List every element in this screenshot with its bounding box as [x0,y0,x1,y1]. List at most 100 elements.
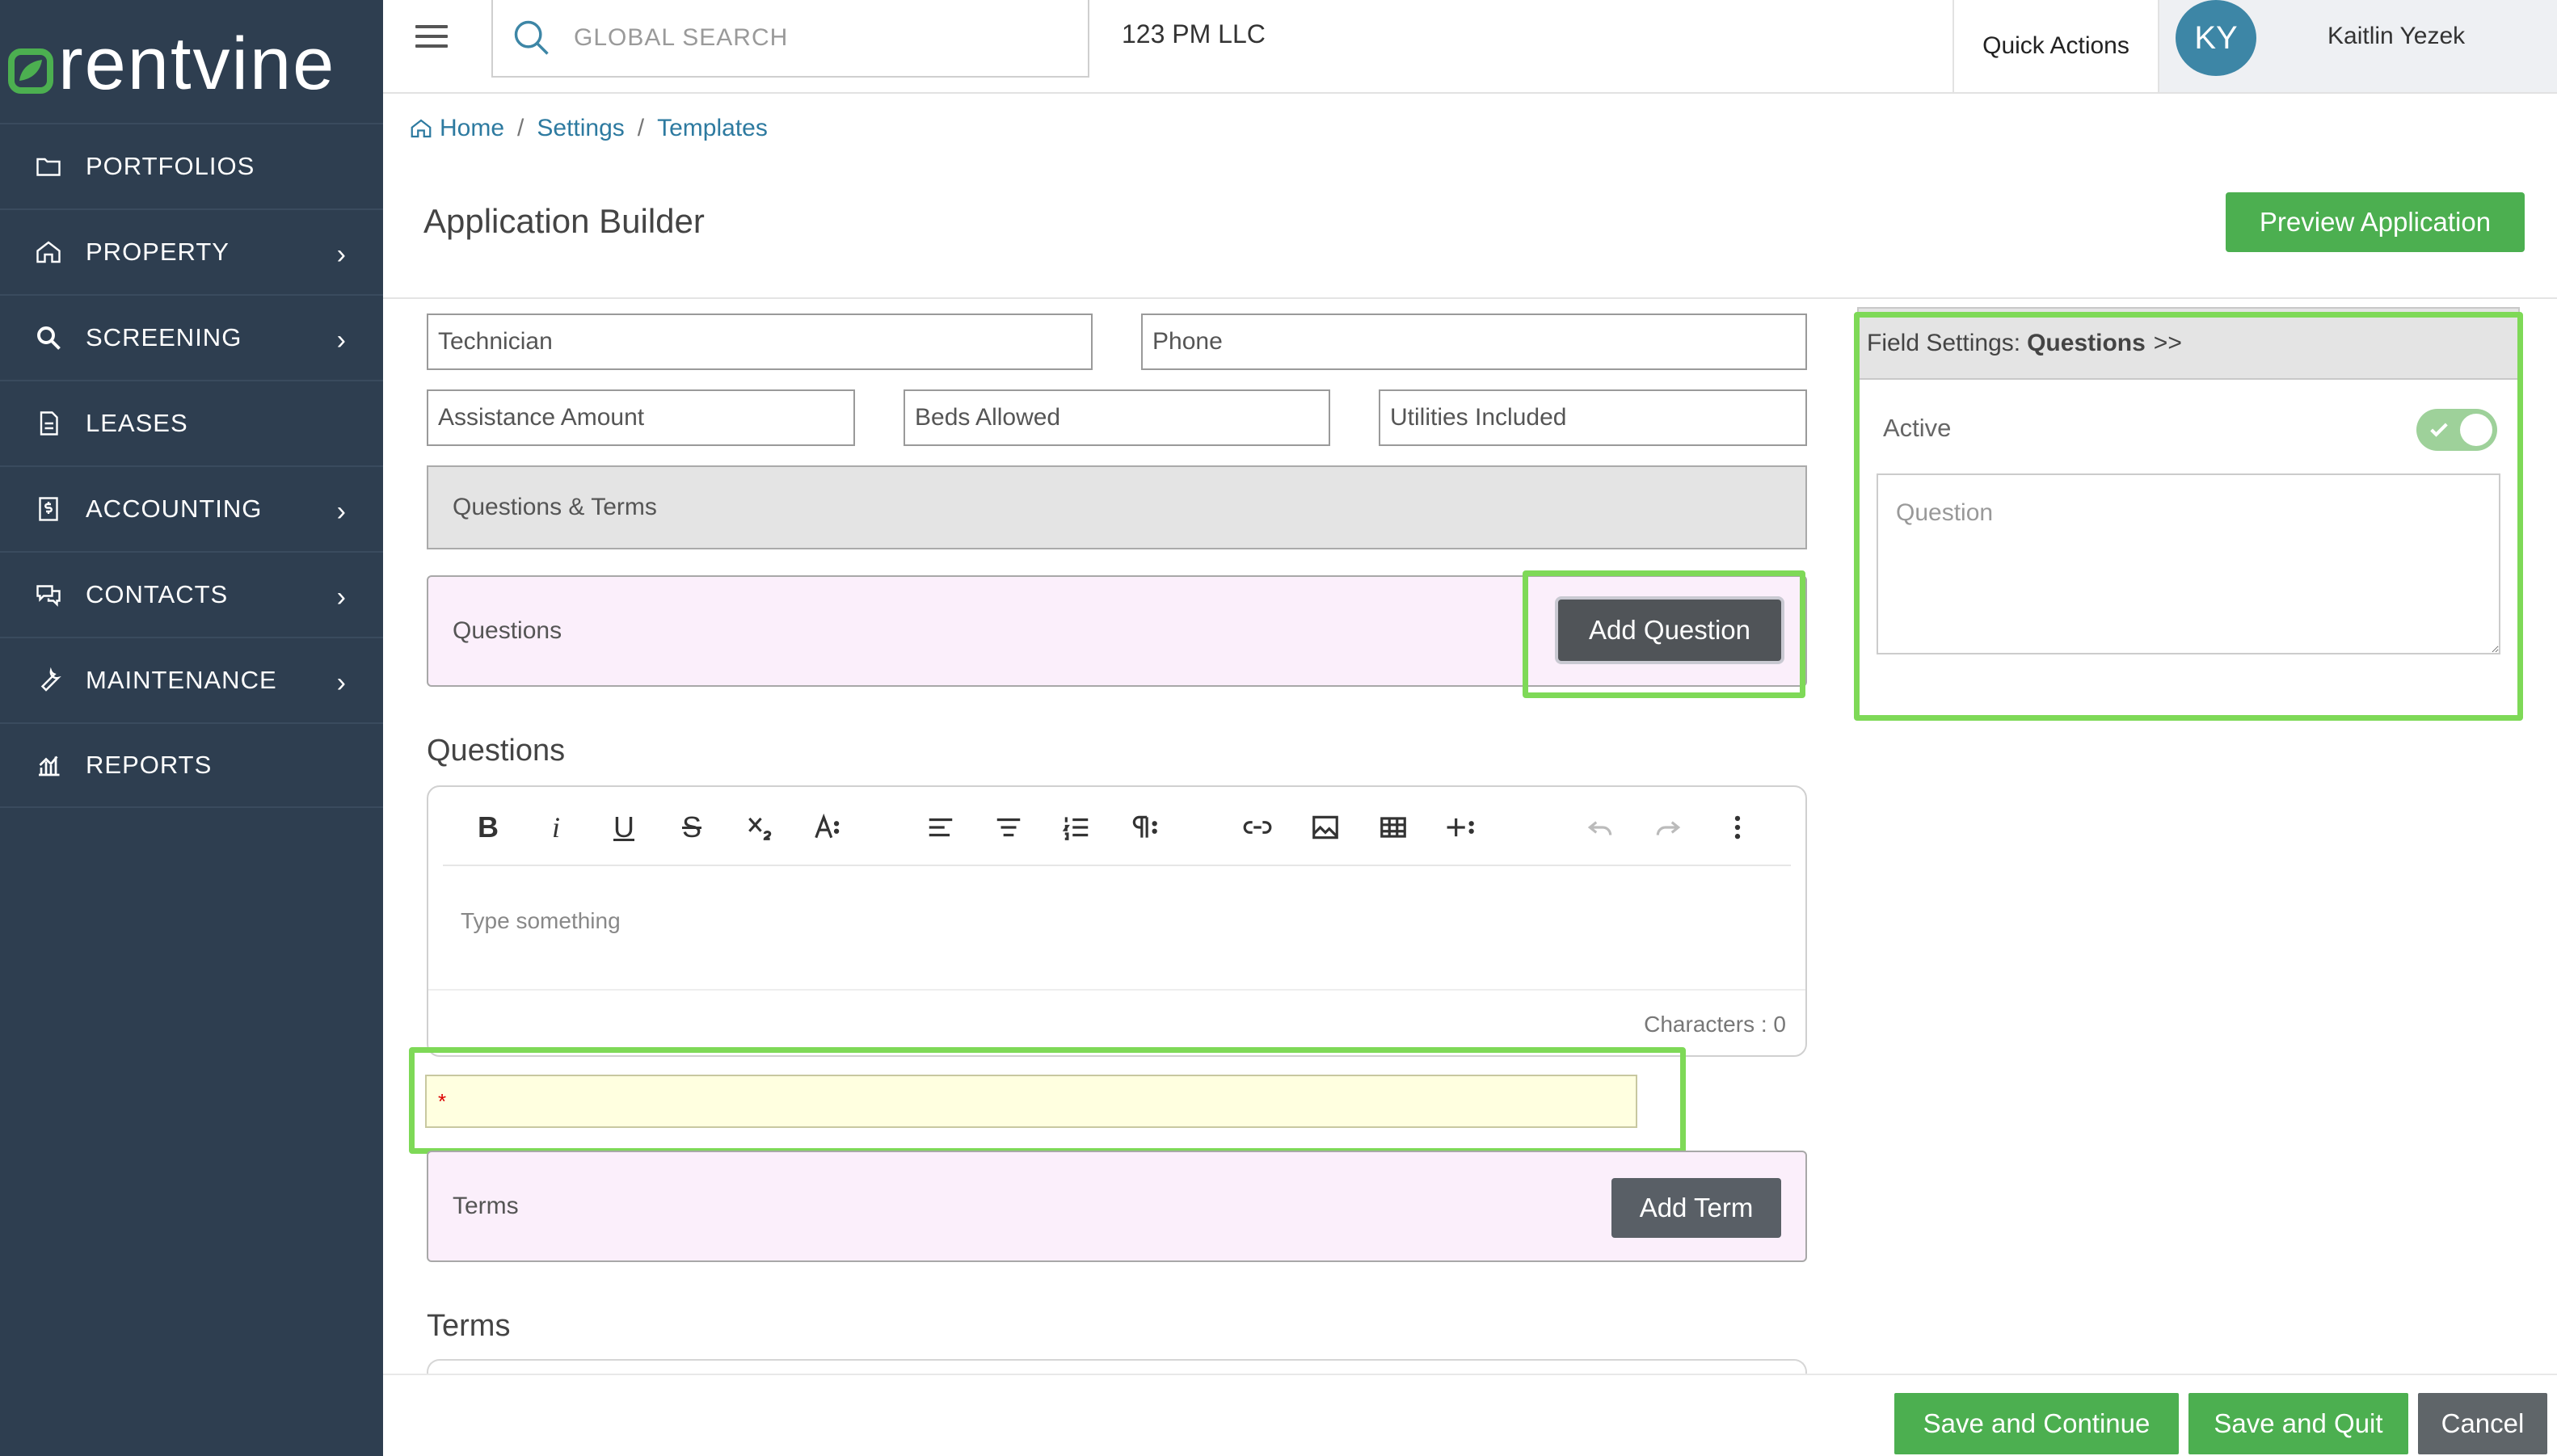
sidebar-item-label: PORTFOLIOS [86,152,255,180]
footer-actions: Save and Continue Save and Quit Cancel [383,1374,2557,1456]
magnifier-icon [32,322,65,354]
questions-rich-text-editor[interactable]: B i U S Type something Characters : 0 [427,785,1807,1057]
editor-placeholder[interactable]: Type something [461,908,621,934]
ordered-list-icon[interactable] [1054,805,1099,850]
redo-icon[interactable] [1645,805,1691,850]
field-utilities-included[interactable]: Utilities Included [1379,389,1807,446]
add-question-button[interactable]: Add Question [1558,600,1781,661]
active-label: Active [1883,414,1952,442]
home-icon [411,119,432,138]
breadcrumb-separator: / [637,115,645,141]
chat-icon [32,579,65,611]
wrench-icon [32,664,65,696]
bold-icon[interactable]: B [465,805,511,850]
field-beds-allowed[interactable]: Beds Allowed [904,389,1330,446]
document-icon [32,407,65,440]
top-bar: 123 PM LLC Quick Actions KY Kaitlin Yeze… [383,0,2557,94]
align-left-icon[interactable] [918,805,963,850]
breadcrumb-templates[interactable]: Templates [657,115,768,142]
avatar[interactable]: KY [2176,0,2256,76]
sidebar-nav: PORTFOLIOS PROPERTY › SCREENING › LEASES… [0,123,383,808]
editor-footer: Characters : 0 [428,989,1805,1057]
sidebar: rentvine PORTFOLIOS PROPERTY › SCREENING… [0,0,383,1456]
sidebar-item-portfolios[interactable]: PORTFOLIOS [0,123,383,208]
save-and-continue-button[interactable]: Save and Continue [1894,1393,2179,1454]
cancel-button[interactable]: Cancel [2418,1393,2547,1454]
paragraph-icon[interactable] [1122,805,1167,850]
chevron-right-icon: › [336,325,346,356]
character-count: Characters : 0 [1644,1012,1786,1037]
breadcrumb-separator: / [517,115,524,141]
field-settings-panel: Field Settings: Questions >> Active [1857,307,2520,717]
strikethrough-icon[interactable]: S [669,805,714,850]
subscript-icon[interactable] [737,805,782,850]
field-assistance-amount[interactable]: Assistance Amount [427,389,855,446]
add-term-button[interactable]: Add Term [1611,1178,1781,1238]
undo-icon[interactable] [1578,805,1623,850]
field-technician[interactable]: Technician [427,314,1093,370]
underline-icon[interactable]: U [601,805,647,850]
sidebar-item-label: LEASES [86,409,188,437]
field-settings-label: Field Settings: [1867,330,2021,356]
search-icon [514,20,549,55]
terms-box-label: Terms [453,1193,519,1219]
section-questions-terms[interactable]: Questions & Terms [427,465,1807,549]
more-vertical-icon[interactable] [1715,805,1760,850]
italic-icon[interactable]: i [533,805,579,850]
questions-box-label: Questions [453,617,562,644]
field-settings-header: Field Settings: Questions >> [1859,309,2518,380]
leaf-logo-icon [8,48,53,94]
image-icon[interactable] [1303,805,1348,850]
questions-heading: Questions [427,734,566,768]
chevron-right-icon: › [336,496,346,527]
required-question-input[interactable]: * [425,1075,1637,1128]
insert-more-icon[interactable] [1439,805,1484,850]
save-and-quit-button[interactable]: Save and Quit [2188,1393,2408,1454]
sidebar-item-label: REPORTS [86,751,213,779]
chevron-right-icon: › [336,239,346,270]
company-name[interactable]: 123 PM LLC [1122,19,1266,49]
global-search-input[interactable] [574,24,1026,52]
align-center-icon[interactable] [986,805,1031,850]
chevron-right-icon: › [336,582,346,612]
terms-heading: Terms [427,1309,511,1343]
chart-icon [32,749,65,781]
table-icon[interactable] [1371,805,1416,850]
sidebar-item-property[interactable]: PROPERTY › [0,208,383,294]
sidebar-item-screening[interactable]: SCREENING › [0,294,383,380]
sidebar-item-label: PROPERTY [86,238,230,266]
user-name[interactable]: Kaitlin Yezek [2327,23,2465,50]
hamburger-menu-icon[interactable] [415,21,448,53]
quick-actions-button[interactable]: Quick Actions [1953,0,2159,92]
active-toggle[interactable] [2416,409,2497,451]
breadcrumb-home[interactable]: Home [440,115,504,142]
check-icon [2430,423,2448,437]
sidebar-item-reports[interactable]: REPORTS [0,722,383,808]
global-search[interactable] [491,0,1089,78]
sidebar-item-label: CONTACTS [86,580,229,608]
sidebar-item-label: SCREENING [86,323,242,351]
preview-application-button[interactable]: Preview Application [2226,192,2525,252]
text-size-icon[interactable] [805,805,850,850]
page-title: Application Builder [423,202,705,240]
user-menu[interactable]: KY Kaitlin Yezek [2159,0,2557,92]
folder-icon [32,150,65,183]
editor-toolbar: B i U S [443,787,1791,866]
link-icon[interactable] [1235,805,1280,850]
dollar-icon [32,493,65,525]
brand-name: rentvine [58,23,336,105]
sidebar-item-contacts[interactable]: CONTACTS › [0,551,383,637]
sidebar-item-maintenance[interactable]: MAINTENANCE › [0,637,383,722]
terms-box[interactable]: Terms [427,1151,1807,1262]
sidebar-item-label: MAINTENANCE [86,666,277,694]
field-settings-field: Questions [2027,330,2146,356]
sidebar-item-leases[interactable]: LEASES [0,380,383,465]
sidebar-item-accounting[interactable]: ACCOUNTING › [0,465,383,551]
field-settings-arrow[interactable]: >> [2154,330,2182,357]
breadcrumb-settings[interactable]: Settings [537,115,624,142]
toggle-knob [2460,414,2492,446]
field-phone[interactable]: Phone [1141,314,1807,370]
question-textarea[interactable] [1877,473,2500,654]
sidebar-item-label: ACCOUNTING [86,494,263,523]
rentvine-logo[interactable]: rentvine [8,19,335,108]
